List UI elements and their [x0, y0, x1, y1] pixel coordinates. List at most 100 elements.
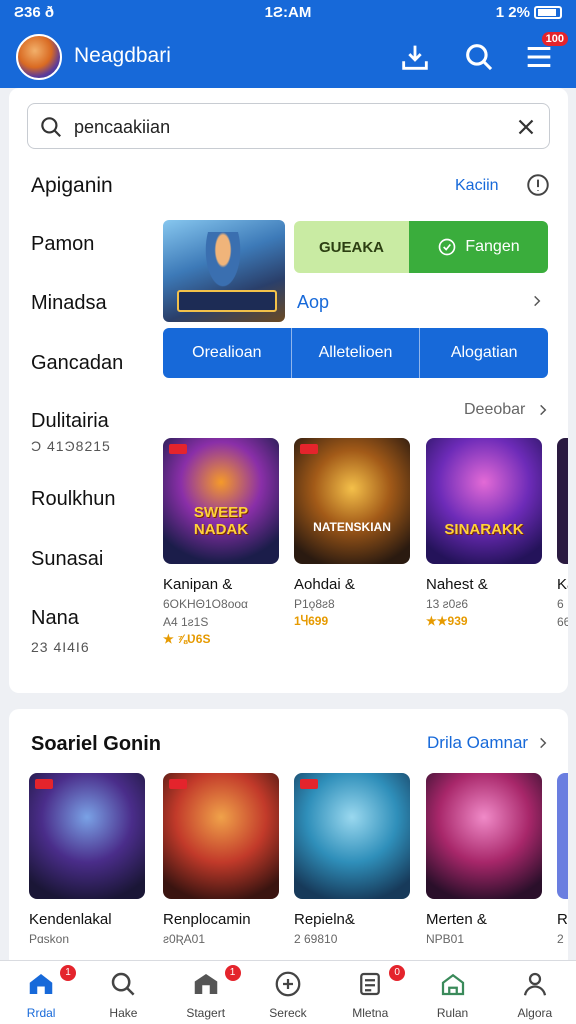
clear-icon[interactable] [513, 114, 539, 140]
bottom-tab-bar: Rrdal 1 Hake Stagert 1 Sereck Mletna 0 R… [0, 960, 576, 1024]
game-name: Kanipan & [163, 576, 233, 593]
game-card[interactable]: NATENSKIAN Aohdai & Ρ1ǫ8ƨ8 1Ⴗ699 [294, 438, 410, 628]
tab-label: Rrdal [26, 1006, 56, 1020]
tab-badge: 1 [60, 965, 76, 981]
game-badge [35, 779, 53, 789]
section2-link[interactable]: Drila Oamnar [427, 733, 528, 753]
game-rating: ★ ⅞Ʋ6S [163, 632, 211, 646]
game-badge [300, 444, 318, 454]
status-right-text: 1 2% [495, 4, 530, 21]
section-title: Apiganin [31, 174, 113, 197]
detail-link[interactable]: Deeobar [464, 401, 525, 419]
tab-label: Stagert [186, 1006, 226, 1020]
info-icon[interactable] [525, 172, 551, 198]
game-name: Repieln& [294, 911, 355, 928]
tab-label: Rulan [436, 1006, 469, 1020]
chevron-right-icon[interactable] [536, 403, 550, 417]
sidebar-item-dulitairia[interactable]: Dulitairia [31, 410, 109, 433]
tab-label: Algora [517, 1006, 553, 1020]
promo-banner-logo: GUEAKA [294, 221, 409, 273]
game-meta: 2 [557, 932, 564, 946]
game-card[interactable]: SINARAKK Nahest & 13 ƨ0ƨ6 ★★939 [426, 438, 542, 628]
game-card[interactable]: Repieln& 2 69810 [294, 773, 410, 946]
tab-mletna[interactable]: Mletna 0 [329, 961, 411, 1024]
check-icon [439, 238, 456, 256]
home-icon [29, 974, 53, 994]
status-bar: Ƨ36 ð 1Ƨ:AM 1 2% [0, 0, 576, 26]
game-meta: 6ΟΚΗΘ1Ο8οοα [163, 597, 248, 611]
game-name: Nahest & [426, 576, 488, 593]
game-meta: Ρ1ǫ8ƨ8 [294, 597, 335, 611]
game-thumbnail [426, 773, 542, 899]
sidebar-item-sunasai[interactable]: Sunasai [31, 548, 103, 571]
secondary-card: Soariel Gonin Drila Oamnar Kendenlakal P… [9, 709, 568, 969]
sidebar-sub-nana: 23 4Ι4Ι6 [31, 639, 90, 655]
game-caption: SWEEP NADAK [193, 504, 249, 538]
tab-stagert[interactable]: Stagert 1 [165, 961, 247, 1024]
sidebar-item-minadsa[interactable]: Minadsa [31, 292, 107, 315]
promo-banner-button[interactable]: Fangen [409, 221, 548, 273]
game-meta-2: 66 [557, 615, 568, 629]
sidebar-item-nana[interactable]: Nana [31, 607, 79, 630]
chevron-right-icon[interactable] [530, 294, 544, 308]
segment-2[interactable]: Alogatian [420, 328, 548, 378]
promo-banner[interactable]: GUEAKA Fangen [294, 221, 548, 273]
game-card[interactable]: Ka 6 66 [557, 438, 568, 629]
game-thumbnail: SWEEP NADAK [163, 438, 279, 564]
segment-1[interactable]: Alletelioen [292, 328, 421, 378]
game-thumbnail [163, 773, 279, 899]
game-thumbnail [29, 773, 145, 899]
game-card[interactable]: SWEEP NADAK Kanipan & 6ΟΚΗΘ1Ο8οοα A4 1ƨ1… [163, 438, 279, 646]
game-meta: Pɑskon [29, 932, 70, 946]
tab-rulan[interactable]: Rulan [411, 961, 493, 1024]
chevron-right-icon[interactable] [536, 736, 550, 750]
game-name: Aohdai & [294, 576, 355, 593]
game-card[interactable]: Merten & ΝΡΒ01 [426, 773, 542, 946]
avatar[interactable] [16, 34, 62, 80]
game-meta: 6 [557, 597, 564, 611]
game-caption: NATENSKIAN [313, 520, 391, 534]
search-field[interactable]: pencaakiian [27, 103, 550, 149]
add-circle-icon [275, 971, 301, 997]
tab-hake[interactable]: Hake [82, 961, 164, 1024]
search-field-icon [41, 117, 61, 137]
game-meta: 13 ƨ0ƨ6 [426, 597, 469, 611]
game-meta: 2 69810 [294, 932, 338, 946]
app-label-link[interactable]: Aop [297, 292, 329, 313]
section2-title: Soariel Gonin [31, 733, 162, 755]
app-name: Neagdbari [74, 44, 171, 67]
game-name: Kendenlakal [29, 911, 112, 928]
tab-sereck[interactable]: Sereck [247, 961, 329, 1024]
tab-badge: 1 [224, 965, 241, 981]
game-card[interactable]: Kendenlakal Pɑskon [29, 773, 145, 946]
download-icon[interactable] [398, 40, 432, 74]
house-outline-icon [441, 973, 464, 996]
tab-rrdal[interactable]: Rrdal 1 [0, 961, 82, 1024]
section-link[interactable]: Kaciin [455, 177, 499, 195]
sidebar-item-pamon[interactable]: Pamon [31, 233, 94, 256]
game-meta-2: A4 1ƨ1S [163, 615, 209, 629]
sidebar-sub-dulitairia: Ͻ 41Ͽ8215 [31, 438, 111, 454]
game-meta: ΝΡΒ01 [426, 932, 465, 946]
sidebar-item-gancadan[interactable]: Gancadan [31, 352, 123, 375]
segment-0[interactable]: Orealioan [163, 328, 292, 378]
store-icon [194, 974, 217, 994]
game-name: Renplocamin [163, 911, 251, 928]
tab-algora[interactable]: Algora [494, 961, 576, 1024]
game-thumbnail: NATENSKIAN [294, 438, 410, 564]
game-badge [300, 779, 318, 789]
sidebar-item-roulkhun[interactable]: Roulkhun [31, 488, 116, 511]
tab-label: Sereck [269, 1006, 307, 1020]
segment-control: Orealioan Alletelioen Alogatian [163, 328, 548, 378]
status-time: 1Ƨ:AM [264, 4, 312, 21]
search-icon[interactable] [462, 40, 496, 74]
featured-game-image[interactable] [163, 220, 285, 322]
game-card[interactable]: Renplocamin ƨ0ƦΑ01 [163, 773, 279, 946]
game-card[interactable]: Ra 2 [557, 773, 568, 946]
game-name: Ka [557, 576, 568, 593]
search-input[interactable]: pencaakiian [74, 117, 170, 138]
status-right: 1 2% [496, 4, 562, 21]
game-thumbnail [294, 773, 410, 899]
search-icon [112, 972, 135, 996]
app-bar: Neagdbari 100 [0, 26, 576, 88]
